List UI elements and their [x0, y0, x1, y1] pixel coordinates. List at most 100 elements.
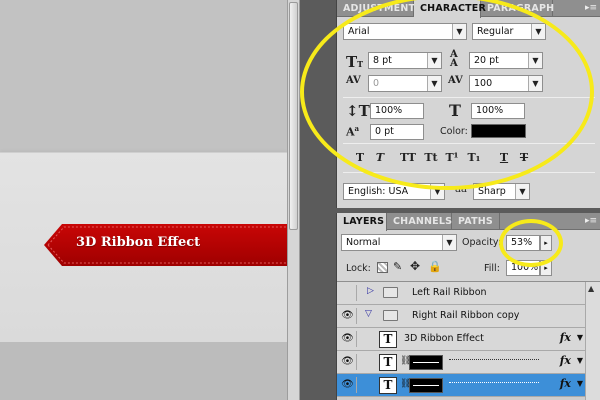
layers-list-scrollbar[interactable]: ▲ [585, 282, 600, 400]
font-size-dropdown[interactable]: 8 pt ▼ [368, 52, 442, 69]
opacity-slider-toggle[interactable]: ▸ [540, 235, 552, 251]
tracking-dropdown[interactable]: 100 ▼ [469, 75, 543, 92]
anti-alias-icon: aa [455, 184, 467, 195]
leading-icon: AA [450, 49, 458, 69]
tab-channels[interactable]: CHANNELS [387, 213, 452, 230]
tab-layers[interactable]: LAYERS [337, 213, 387, 231]
folder-icon [383, 310, 398, 321]
scroll-up-arrow-icon[interactable]: ▲ [588, 284, 594, 293]
opacity-field[interactable]: 53% [506, 235, 540, 251]
layer-row-shape[interactable]: 👁 T ⛓ fx ▼ [337, 351, 585, 374]
layer-name-placeholder [449, 382, 539, 383]
chevron-down-icon[interactable]: ▼ [577, 333, 583, 342]
leading-value: 20 pt [474, 55, 499, 66]
eye-icon[interactable]: 👁 [339, 308, 357, 324]
baseline-shift-icon: Aa [346, 124, 360, 139]
section-divider [343, 97, 595, 98]
lock-label: Lock: [346, 263, 371, 274]
character-panel-tabbar: ADJUSTMENT CHARACTER PARAGRAPH ▸≡ [337, 0, 600, 18]
tracking-icon: AV [448, 75, 463, 86]
vertical-scale-icon: ↕T [346, 102, 370, 120]
vector-mask-thumbnail [409, 378, 443, 393]
font-family-dropdown[interactable]: Arial ▼ [343, 23, 467, 40]
layer-effects-icon[interactable]: fx [560, 354, 571, 367]
language-dropdown[interactable]: English: USA ▼ [343, 183, 445, 200]
strikethrough-button[interactable]: T [515, 150, 533, 166]
fill-field[interactable]: 100% [506, 260, 540, 276]
leading-dropdown[interactable]: 20 pt ▼ [469, 52, 543, 69]
faux-italic-button[interactable]: T [371, 150, 389, 166]
chevron-down-icon: ▼ [515, 184, 529, 199]
folder-icon [383, 287, 398, 298]
layer-name: Left Rail Ribbon [412, 287, 487, 298]
layer-effects-icon[interactable]: fx [560, 331, 571, 344]
eye-icon[interactable]: 👁 [339, 331, 357, 347]
lock-all-icon[interactable]: 🔒 [428, 260, 442, 273]
chevron-down-icon: ▼ [427, 53, 441, 68]
horizontal-scale-field[interactable]: 100% [471, 103, 525, 119]
text-color-swatch[interactable] [471, 124, 526, 138]
eye-icon[interactable]: 👁 [339, 354, 357, 370]
font-style-value: Regular [477, 26, 514, 37]
chevron-down-icon: ▼ [430, 184, 444, 199]
tab-character[interactable]: CHARACTER [414, 0, 486, 18]
opacity-label: Opacity: [462, 237, 502, 248]
font-style-dropdown[interactable]: Regular ▼ [472, 23, 546, 40]
layers-list: ▷ Left Rail Ribbon 👁 ▽ Right Rail Ribbon… [337, 281, 600, 400]
font-size-icon: TT [346, 53, 364, 71]
tab-paths[interactable]: PATHS [452, 213, 500, 230]
expand-triangle-icon[interactable]: ▷ [367, 286, 374, 296]
panel-menu-icon[interactable]: ▸≡ [579, 215, 597, 227]
tab-paragraph[interactable]: PARAGRAPH [481, 0, 554, 17]
panel-menu-icon[interactable]: ▸≡ [579, 2, 597, 14]
layer-row-left-rail-ribbon[interactable]: ▷ Left Rail Ribbon [337, 282, 585, 305]
chevron-down-icon: ▼ [427, 76, 441, 91]
faux-bold-button[interactable]: T [351, 150, 369, 166]
anti-alias-dropdown[interactable]: Sharp ▼ [473, 183, 530, 200]
font-size-value: 8 pt [373, 55, 392, 66]
canvas-scroll-thumb[interactable] [289, 2, 298, 230]
chevron-down-icon[interactable]: ▼ [577, 379, 583, 388]
canvas-vertical-scrollbar[interactable] [287, 0, 300, 400]
lock-position-icon[interactable]: ✥ [410, 259, 420, 273]
subscript-button[interactable]: T₁ [465, 150, 483, 166]
text-layer-thumbnail: T [379, 331, 397, 348]
chevron-down-icon[interactable]: ▼ [577, 356, 583, 365]
layer-row-shape-selected[interactable]: 👁 T ⛓ fx ▼ [337, 374, 585, 397]
ribbon-graphic: 3D Ribbon Effect [44, 224, 287, 266]
section-divider [343, 143, 595, 144]
underline-button[interactable]: T [495, 150, 513, 166]
chevron-down-icon: ▼ [452, 24, 466, 39]
layer-row-right-rail-ribbon-copy[interactable]: 👁 ▽ Right Rail Ribbon copy [337, 305, 585, 328]
baseline-shift-field[interactable]: 0 pt [370, 124, 424, 140]
tab-adjustment[interactable]: ADJUSTMENT [337, 0, 415, 17]
blend-mode-dropdown[interactable]: Normal ▼ [341, 234, 457, 251]
lock-image-pixels-icon[interactable]: ✎ [393, 260, 402, 273]
layer-row-3d-ribbon-effect[interactable]: 👁 T 3D Ribbon Effect fx ▼ [337, 328, 585, 351]
all-caps-button[interactable]: TT [397, 150, 419, 166]
layer-effects-icon[interactable]: fx [560, 377, 571, 390]
fill-label: Fill: [484, 263, 500, 274]
layers-panel-tabbar: LAYERS CHANNELS PATHS ▸≡ [337, 213, 600, 231]
lock-transparent-pixels-icon[interactable] [377, 262, 388, 273]
document-canvas[interactable]: 3D Ribbon Effect [0, 0, 287, 400]
vertical-scale-field[interactable]: 100% [370, 103, 424, 119]
kerning-value: 0 [373, 78, 380, 89]
chevron-down-icon: ▼ [442, 235, 456, 250]
ribbon-text: 3D Ribbon Effect [76, 235, 201, 250]
vector-mask-thumbnail [409, 355, 443, 370]
small-caps-button[interactable]: Tt [421, 150, 441, 166]
layers-panel: LAYERS CHANNELS PATHS ▸≡ Normal ▼ Opacit… [336, 213, 600, 400]
visibility-toggle-empty[interactable] [339, 285, 357, 301]
layer-thumbnail: T [379, 354, 397, 371]
kerning-dropdown[interactable]: 0 ▼ [368, 75, 442, 92]
collapse-triangle-icon[interactable]: ▽ [365, 309, 372, 319]
chevron-down-icon: ▼ [528, 53, 542, 68]
layer-name: Right Rail Ribbon copy [412, 310, 520, 321]
superscript-button[interactable]: T¹ [443, 150, 461, 166]
layer-name-placeholder [449, 359, 539, 360]
character-panel: ADJUSTMENT CHARACTER PARAGRAPH ▸≡ Arial … [336, 0, 600, 208]
fill-slider-toggle[interactable]: ▸ [540, 260, 552, 276]
panel-gutter [300, 0, 336, 400]
eye-icon[interactable]: 👁 [339, 377, 357, 393]
